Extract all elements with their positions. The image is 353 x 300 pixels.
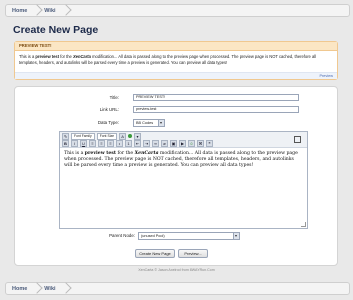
breadcrumb-home-link[interactable]: Home	[6, 8, 33, 14]
numbered-list-icon[interactable]: 1	[125, 139, 132, 147]
underline-icon[interactable]: U	[80, 139, 87, 147]
breadcrumb-home-link[interactable]: Home	[6, 286, 33, 292]
smilie-icon[interactable]: ☺	[188, 139, 195, 147]
preview-footer: Preview	[15, 72, 337, 79]
parent-node-select[interactable]: (unused Pool)	[138, 232, 240, 240]
title-label: Title:	[109, 95, 119, 100]
breadcrumb-separator-icon	[62, 283, 67, 294]
image-icon[interactable]: ▣	[170, 139, 177, 147]
link-url-input[interactable]: preview-test	[133, 106, 299, 113]
indent-icon[interactable]: ⇥	[143, 139, 150, 147]
data-type-label: Data Type:	[97, 120, 119, 125]
preview-panel: PREVIEW TEST! This is a preview test for…	[14, 41, 338, 80]
italic-icon[interactable]: I	[71, 139, 78, 147]
preview-button[interactable]: Preview...	[178, 249, 208, 258]
eraser-icon[interactable]: ✎	[62, 132, 69, 140]
page-title: Create New Page	[13, 24, 99, 36]
copyright-footer: XenCarta © Jason Axelrod from 8WAYRun.Co…	[138, 268, 215, 272]
outdent-icon[interactable]: ⇤	[134, 139, 141, 147]
data-type-select[interactable]: BB Codes	[133, 119, 165, 127]
create-page-form: Title: PREVIEW TEST! Link URL: preview-t…	[14, 86, 338, 266]
breadcrumb-bottom: Home Wiki	[5, 282, 350, 295]
code-icon[interactable]: ⌘	[197, 139, 204, 147]
create-page-button[interactable]: Create New Page	[135, 249, 175, 258]
chevron-down-icon[interactable]: ▾	[134, 132, 142, 140]
unlink-icon[interactable]: ⌀	[161, 139, 168, 147]
text-color-icon[interactable]: A	[119, 132, 127, 140]
align-center-icon[interactable]: ≡	[98, 139, 105, 147]
link-url-label: Link URL:	[99, 107, 119, 112]
parent-node-label: Parent Node:	[109, 233, 135, 238]
breadcrumb-wiki-link[interactable]: Wiki	[38, 286, 61, 292]
title-input[interactable]: PREVIEW TEST!	[133, 94, 299, 101]
font-family-dropdown[interactable]: Font Family	[71, 132, 95, 140]
breadcrumb-wiki-link[interactable]: Wiki	[38, 8, 61, 14]
toggle-source-icon[interactable]	[294, 136, 301, 143]
rich-text-editor[interactable]: ✎ Font Family Font Size A ▾ B I U ≡ ≡ ≡ …	[59, 131, 308, 229]
link-icon[interactable]: ∞	[152, 139, 159, 147]
font-size-dropdown[interactable]: Font Size	[96, 132, 118, 140]
editor-toolbar: ✎ Font Family Font Size A ▾ B I U ≡ ≡ ≡ …	[60, 132, 307, 148]
breadcrumb-top: Home Wiki	[5, 4, 350, 17]
preview-title: PREVIEW TEST!	[15, 42, 337, 51]
editor-content[interactable]: This is a preview test for the XenCarta …	[60, 148, 307, 173]
align-left-icon[interactable]: ≡	[89, 139, 96, 147]
media-icon[interactable]: ▶	[179, 139, 186, 147]
resize-handle[interactable]	[301, 222, 306, 227]
color-picker-icon[interactable]	[128, 134, 133, 138]
breadcrumb-separator-icon	[62, 5, 67, 16]
align-right-icon[interactable]: ≡	[107, 139, 114, 147]
chevron-down-icon	[158, 120, 164, 126]
bulleted-list-icon[interactable]: •	[116, 139, 123, 147]
chevron-down-icon	[233, 233, 239, 239]
preview-body: This is a preview test for the XenCarta …	[19, 54, 317, 65]
quote-icon[interactable]: ❝	[206, 139, 213, 147]
preview-link[interactable]: Preview	[319, 74, 333, 78]
bold-icon[interactable]: B	[62, 139, 69, 147]
